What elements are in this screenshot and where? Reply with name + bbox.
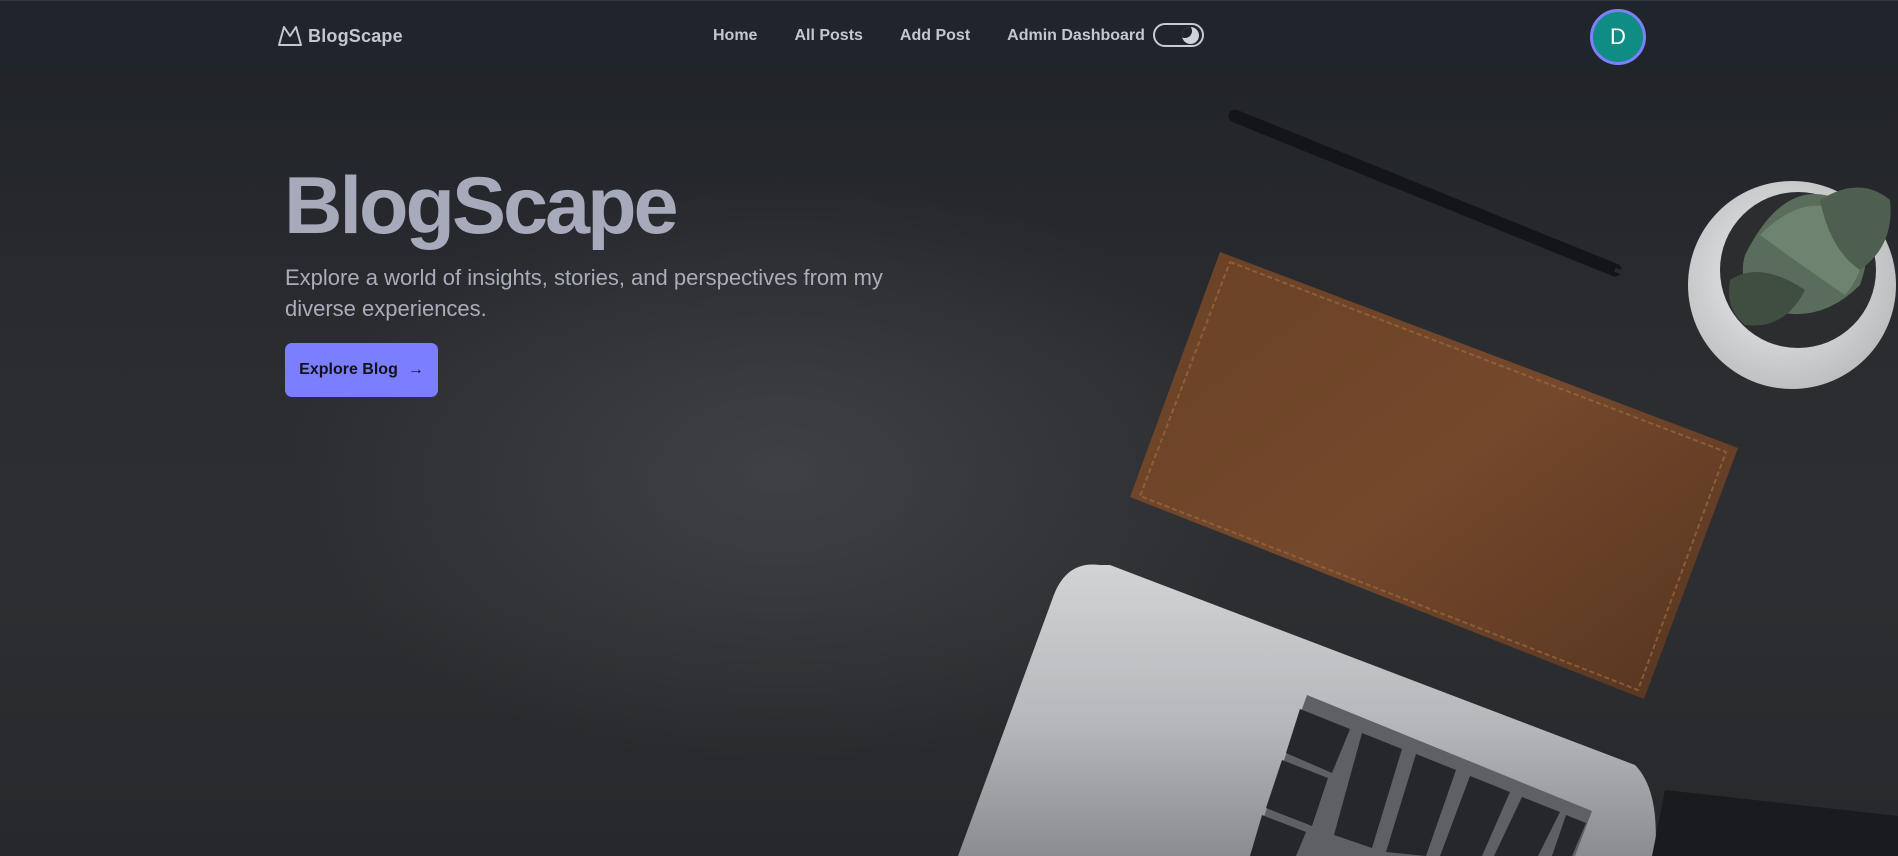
hero-desk-photo	[958, 109, 1898, 856]
arrow-right-icon: →	[407, 361, 424, 378]
theme-toggle[interactable]	[1153, 23, 1204, 47]
hero-title: BlogScape	[284, 161, 679, 251]
brand-name: BlogScape	[308, 25, 403, 46]
nav-link-add-post[interactable]: Add Post	[900, 27, 970, 45]
nav-link-all-posts[interactable]: All Posts	[794, 27, 862, 45]
brand-logo-link[interactable]: BlogScape	[277, 23, 403, 49]
phone	[1652, 790, 1898, 856]
explore-blog-button[interactable]: Explore Blog →	[285, 343, 438, 397]
pen	[1228, 109, 1637, 278]
nav-link-home[interactable]: Home	[713, 27, 757, 45]
explore-blog-label: Explore Blog	[299, 361, 398, 378]
navbar: BlogScape Home All Posts Add Post Admin …	[0, 0, 1898, 71]
nav-links: Home All Posts Add Post Admin Dashboard	[713, 27, 1145, 45]
user-avatar[interactable]: D	[1590, 9, 1646, 65]
moon-icon	[1182, 27, 1199, 44]
mountain-logo-icon	[278, 26, 302, 46]
nav-link-admin-dashboard[interactable]: Admin Dashboard	[1007, 27, 1145, 45]
plant-pot	[1688, 181, 1896, 389]
hero-subtitle: Explore a world of insights, stories, an…	[285, 265, 883, 321]
